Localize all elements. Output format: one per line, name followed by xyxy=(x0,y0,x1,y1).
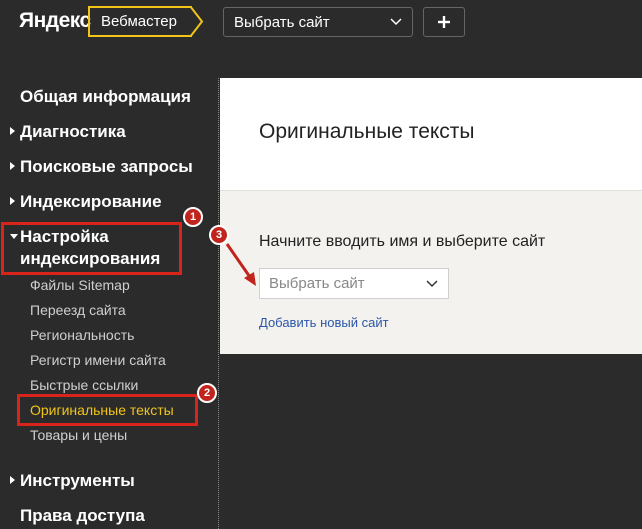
site-prompt-text: Начните вводить имя и выберите сайт xyxy=(259,233,546,250)
site-select-dropdown[interactable]: Выбрать сайт xyxy=(223,7,413,37)
annotation-highlight-box-2 xyxy=(17,394,198,426)
chevron-down-icon xyxy=(426,280,438,288)
sidebar-item-tools[interactable]: Инструменты xyxy=(20,471,135,491)
yandex-logo[interactable]: Яндекс xyxy=(19,9,91,33)
sidebar-nav: Общая информация Диагностика Поисковые з… xyxy=(0,78,220,529)
triangle-right-icon xyxy=(10,127,15,135)
arrow-annotation-icon xyxy=(225,243,256,286)
triangle-right-icon xyxy=(10,197,15,205)
sidebar-subitem-regionality[interactable]: Региональность xyxy=(30,327,134,343)
content-header: Оригинальные тексты xyxy=(220,78,642,190)
sidebar-item-search-queries[interactable]: Поисковые запросы xyxy=(20,157,193,177)
page-title: Оригинальные тексты xyxy=(259,120,475,143)
add-new-site-link[interactable]: Добавить новый сайт xyxy=(259,315,389,330)
service-badge-webmaster[interactable]: Вебмастер xyxy=(88,6,192,37)
site-select-label: Выбрать сайт xyxy=(234,13,330,31)
annotation-highlight-box-1 xyxy=(1,222,182,275)
triangle-right-icon xyxy=(10,476,15,484)
sidebar-subitem-site-name-case[interactable]: Регистр имени сайта xyxy=(30,352,166,368)
site-select-input[interactable]: Выбрать сайт xyxy=(259,268,449,299)
top-bar: Яндекс Вебмастер Выбрать сайт xyxy=(0,0,642,44)
sidebar-subitem-sitemap[interactable]: Файлы Sitemap xyxy=(30,277,130,293)
content-body: Начните вводить имя и выберите сайт Выбр… xyxy=(220,190,642,354)
sidebar-item-indexing[interactable]: Индексирование xyxy=(20,192,162,212)
annotation-badge-2: 2 xyxy=(197,383,217,403)
sidebar-item-access-rights[interactable]: Права доступа xyxy=(20,506,145,526)
sidebar-item-diagnostics[interactable]: Диагностика xyxy=(20,122,126,142)
sidebar-subitem-quick-links[interactable]: Быстрые ссылки xyxy=(30,377,138,393)
chevron-down-icon xyxy=(390,18,402,26)
site-select-placeholder: Выбрать сайт xyxy=(269,275,365,292)
sidebar-divider xyxy=(218,78,219,529)
triangle-right-icon xyxy=(10,162,15,170)
sidebar-item-general-info[interactable]: Общая информация xyxy=(20,87,191,107)
sidebar-subitem-goods-prices[interactable]: Товары и цены xyxy=(30,427,127,443)
annotation-badge-1: 1 xyxy=(183,207,203,227)
plus-icon xyxy=(438,16,450,28)
sidebar-subitem-site-move[interactable]: Переезд сайта xyxy=(30,302,126,318)
add-site-button[interactable] xyxy=(423,7,465,37)
